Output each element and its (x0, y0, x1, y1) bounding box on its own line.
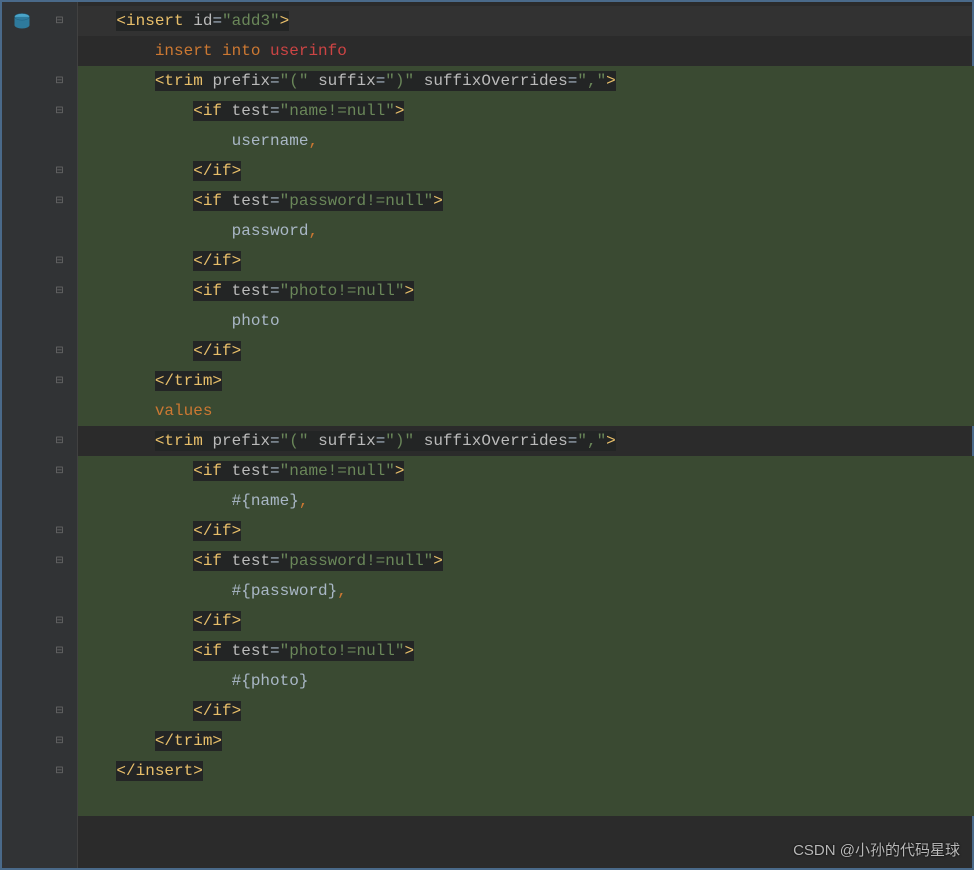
watermark-text: CSDN @小孙的代码星球 (793, 839, 960, 860)
fold-toggle-icon[interactable]: ⊟ (54, 105, 66, 117)
fold-toggle-icon[interactable]: ⊟ (54, 555, 66, 567)
fold-toggle-icon[interactable]: ⊟ (54, 75, 66, 87)
fold-toggle-icon[interactable]: ⊟ (54, 465, 66, 477)
fold-end-icon: ⊟ (54, 255, 66, 267)
fold-end-icon: ⊟ (54, 345, 66, 357)
fold-toggle-icon[interactable]: ⊟ (54, 15, 66, 27)
code-editor[interactable]: ⊟ ⊟ ⊟ ⊟ ⊟ ⊟ ⊟ ⊟ ⊟ ⊟ ⊟ ⊟ ⊟ ⊟ ⊟ ⊟ ⊟ ⊟ <ins… (0, 0, 974, 870)
fold-end-icon: ⊟ (54, 705, 66, 717)
fold-toggle-icon[interactable]: ⊟ (54, 285, 66, 297)
code-line[interactable]: insert into userinfo (78, 36, 972, 66)
fold-toggle-icon[interactable]: ⊟ (54, 645, 66, 657)
gutter-icons (2, 2, 42, 868)
fold-end-icon: ⊟ (54, 375, 66, 387)
code-text-area[interactable]: <insert id="add3"> insert into userinfo … (78, 2, 972, 868)
database-icon (2, 6, 42, 36)
fold-toggle-icon[interactable]: ⊟ (54, 435, 66, 447)
fold-end-icon: ⊟ (54, 765, 66, 777)
fold-end-icon: ⊟ (54, 615, 66, 627)
fold-end-icon: ⊟ (54, 525, 66, 537)
fold-end-icon: ⊟ (54, 735, 66, 747)
fold-toggle-icon[interactable]: ⊟ (54, 195, 66, 207)
sql-block-highlight (78, 456, 974, 816)
gutter-fold: ⊟ ⊟ ⊟ ⊟ ⊟ ⊟ ⊟ ⊟ ⊟ ⊟ ⊟ ⊟ ⊟ ⊟ ⊟ ⊟ ⊟ ⊟ (42, 2, 78, 868)
code-line[interactable]: <trim prefix="(" suffix=")" suffixOverri… (78, 426, 972, 456)
fold-end-icon: ⊟ (54, 165, 66, 177)
